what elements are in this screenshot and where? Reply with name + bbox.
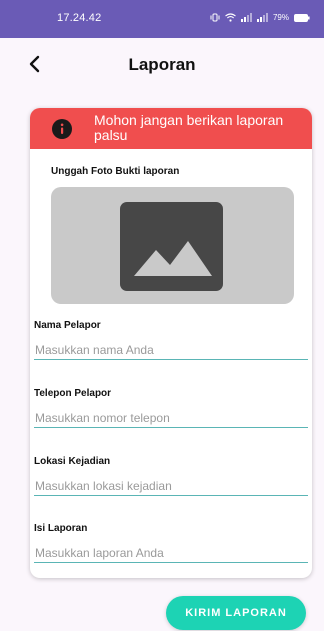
warning-banner: Mohon jangan berikan laporan palsu [30, 108, 312, 149]
warning-text: Mohon jangan berikan laporan palsu [94, 112, 284, 143]
field-lokasi-kejadian: Lokasi Kejadian [34, 456, 308, 496]
field-label: Isi Laporan [34, 523, 88, 534]
alert-circle-icon [52, 119, 72, 139]
report-form-card: Mohon jangan berikan laporan palsu Ungga… [30, 108, 312, 578]
upload-photo-label: Unggah Foto Bukti laporan [51, 166, 180, 177]
phone-input[interactable] [34, 408, 308, 428]
status-icons: 79% [210, 13, 310, 22]
field-nama-pelapor: Nama Pelapor [34, 320, 308, 360]
field-label: Lokasi Kejadian [34, 456, 111, 467]
wifi-icon [225, 13, 236, 22]
signal-icon [240, 13, 252, 22]
status-bar: 17.24.42 79% [0, 0, 324, 38]
battery-icon [294, 13, 310, 22]
field-telepon-pelapor: Telepon Pelapor [34, 388, 308, 428]
vibrate-icon [210, 13, 220, 22]
submit-report-button[interactable]: KIRIM LAPORAN [166, 596, 306, 630]
battery-level: 79% [272, 13, 289, 22]
photo-upload-area[interactable] [51, 187, 294, 304]
status-time: 17.24.42 [57, 12, 102, 24]
field-isi-laporan: Isi Laporan [34, 523, 308, 563]
location-input[interactable] [34, 476, 308, 496]
report-content-input[interactable] [34, 543, 308, 563]
field-label: Telepon Pelapor [34, 388, 112, 399]
app-bar: Laporan [0, 38, 324, 94]
signal-icon [256, 13, 268, 22]
field-label: Nama Pelapor [34, 320, 101, 331]
name-input[interactable] [34, 340, 308, 360]
page-title: Laporan [128, 55, 196, 74]
